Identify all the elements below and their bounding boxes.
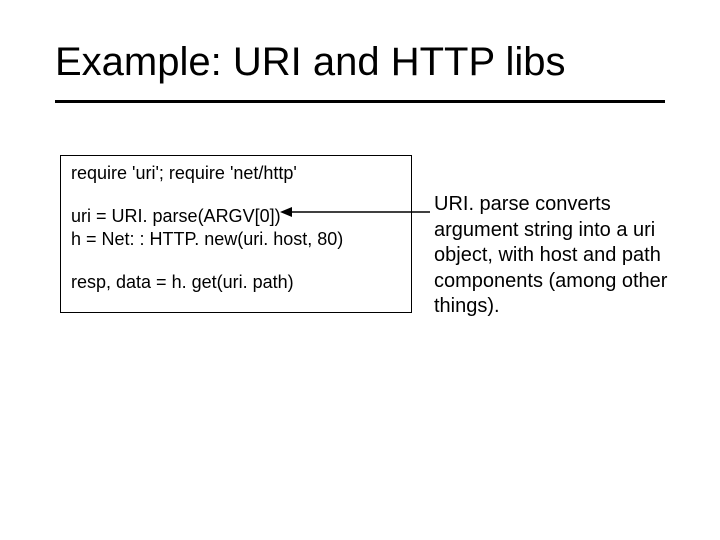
code-line-3: h = Net: : HTTP. new(uri. host, 80) <box>71 228 401 251</box>
arrow-icon <box>280 205 432 219</box>
explain-path: path <box>622 244 661 266</box>
explain-uri-parse: URI. parse <box>434 193 535 215</box>
slide-title: Example: URI and HTTP libs <box>55 40 566 85</box>
code-line-2b: URI. parse <box>112 206 198 226</box>
code-line-2a: uri = <box>71 206 112 226</box>
code-line-2c: (ARGV[0]) <box>198 206 281 226</box>
explain-host: host <box>540 244 583 266</box>
explain-body-2: components (among other things). <box>434 270 667 318</box>
code-line-4: resp, data = h. get(uri. path) <box>71 271 401 294</box>
code-block: require 'uri'; require 'net/http' uri = … <box>60 155 412 313</box>
code-line-1: require 'uri'; require 'net/http' <box>71 162 401 185</box>
explain-and: and <box>583 244 622 266</box>
title-underline <box>55 100 665 103</box>
explanation-text: URI. parse converts argument string into… <box>434 192 689 320</box>
